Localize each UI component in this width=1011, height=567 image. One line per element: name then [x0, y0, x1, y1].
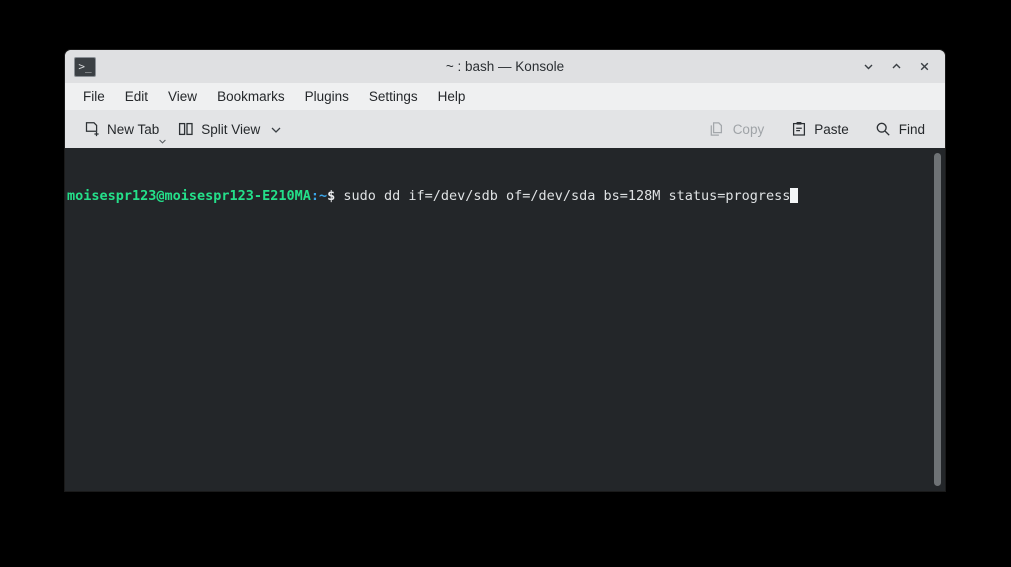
toolbar-left-group: New Tab Split View [77, 117, 289, 145]
toolbar-right-group: Copy Paste Find [703, 117, 931, 142]
window-title: ~ : bash — Konsole [445, 59, 565, 74]
copy-button: Copy [703, 117, 771, 142]
terminal-area[interactable]: moisespr123@moisespr123-E210MA:~$ sudo d… [65, 148, 945, 491]
window-titlebar[interactable]: >_ ~ : bash — Konsole [65, 50, 945, 83]
new-tab-label: New Tab [107, 121, 160, 137]
close-icon [918, 60, 931, 73]
paste-button[interactable]: Paste [784, 117, 855, 142]
paste-label: Paste [814, 121, 849, 137]
chevron-down-icon [862, 60, 875, 73]
main-toolbar: New Tab Split View Copy Paste Find [65, 110, 945, 148]
konsole-window: >_ ~ : bash — Konsole File Edit View Boo… [65, 50, 945, 491]
menu-item-view[interactable]: View [158, 87, 207, 107]
terminal-prompt-icon[interactable]: >_ [74, 56, 96, 77]
terminal-command-text: sudo dd if=/dev/sdb of=/dev/sda bs=128M … [335, 188, 791, 204]
terminal-cursor [790, 188, 799, 203]
chevron-down-icon[interactable] [269, 122, 283, 136]
chevron-down-icon[interactable] [158, 138, 167, 145]
chevron-up-icon [890, 60, 903, 73]
copy-icon [709, 121, 726, 138]
scrollbar-thumb[interactable] [933, 153, 941, 486]
split-view-label: Split View [201, 121, 261, 137]
close-button[interactable] [911, 54, 937, 80]
menu-item-settings[interactable]: Settings [359, 87, 428, 107]
split-view-button[interactable]: Split View [171, 117, 289, 142]
find-button[interactable]: Find [869, 117, 931, 142]
prompt-user-host: moisespr123@moisespr123-E210MA [67, 188, 311, 204]
menu-bar: File Edit View Bookmarks Plugins Setting… [65, 83, 945, 110]
menu-item-plugins[interactable]: Plugins [295, 87, 359, 107]
menu-item-help[interactable]: Help [428, 87, 476, 107]
copy-label: Copy [732, 121, 765, 137]
search-icon [875, 121, 892, 138]
minimize-button[interactable] [855, 54, 881, 80]
maximize-button[interactable] [883, 54, 909, 80]
terminal-prompt-line: moisespr123@moisespr123-E210MA:~$ sudo d… [67, 188, 925, 205]
terminal-output[interactable]: moisespr123@moisespr123-E210MA:~$ sudo d… [65, 148, 929, 491]
prompt-path: ~ [318, 188, 328, 204]
find-label: Find [898, 121, 925, 137]
new-tab-button[interactable]: New Tab [77, 117, 167, 145]
menu-item-edit[interactable]: Edit [115, 87, 158, 107]
window-controls [855, 50, 937, 83]
new-tab-icon [83, 121, 100, 138]
screen: >_ ~ : bash — Konsole File Edit View Boo… [0, 0, 1011, 567]
split-view-icon [177, 121, 194, 138]
menu-item-bookmarks[interactable]: Bookmarks [207, 87, 295, 107]
menu-item-file[interactable]: File [73, 87, 115, 107]
prompt-colon: : [310, 188, 319, 204]
terminal-scrollbar[interactable] [929, 148, 945, 491]
paste-clipboard-icon [790, 121, 807, 138]
